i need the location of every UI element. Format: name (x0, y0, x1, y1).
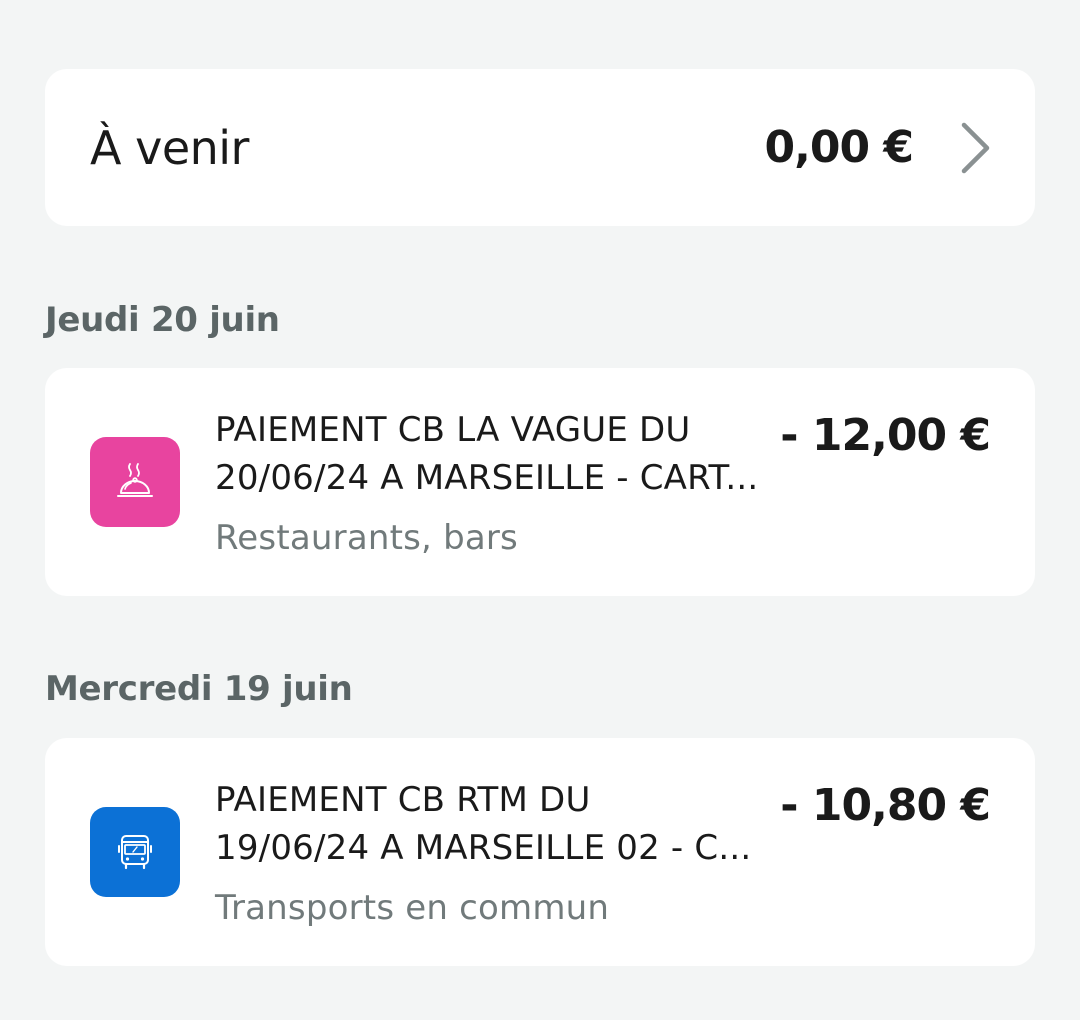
transaction-category: Restaurants, bars (215, 518, 518, 558)
transaction-card[interactable]: PAIEMENT CB LA VAGUE DU 20/06/24 A MARSE… (45, 368, 1035, 596)
transaction-title: PAIEMENT CB LA VAGUE DU 20/06/24 A MARSE… (215, 406, 775, 502)
upcoming-label: À venir (90, 120, 249, 175)
transaction-card[interactable]: PAIEMENT CB RTM DU 19/06/24 A MARSEILLE … (45, 738, 1035, 966)
transaction-title-line2: 19/06/24 A MARSEILLE 02 - C... (215, 828, 752, 868)
restaurant-cloche-icon (90, 437, 180, 527)
date-heading: Mercredi 19 juin (45, 669, 353, 709)
bus-icon (90, 807, 180, 897)
chevron-right-icon[interactable] (959, 120, 993, 176)
transaction-title-line1: PAIEMENT CB LA VAGUE DU (215, 410, 691, 450)
upcoming-amount: 0,00 € (764, 122, 914, 173)
transaction-title-line1: PAIEMENT CB RTM DU (215, 780, 591, 820)
transaction-category: Transports en commun (215, 888, 610, 928)
transaction-title-line2: 20/06/24 A MARSEILLE - CART... (215, 458, 759, 498)
transaction-amount: - 10,80 € (780, 780, 991, 831)
date-heading: Jeudi 20 juin (45, 300, 280, 340)
transaction-amount: - 12,00 € (780, 410, 991, 461)
transaction-title: PAIEMENT CB RTM DU 19/06/24 A MARSEILLE … (215, 776, 775, 872)
upcoming-card[interactable]: À venir 0,00 € (45, 69, 1035, 226)
